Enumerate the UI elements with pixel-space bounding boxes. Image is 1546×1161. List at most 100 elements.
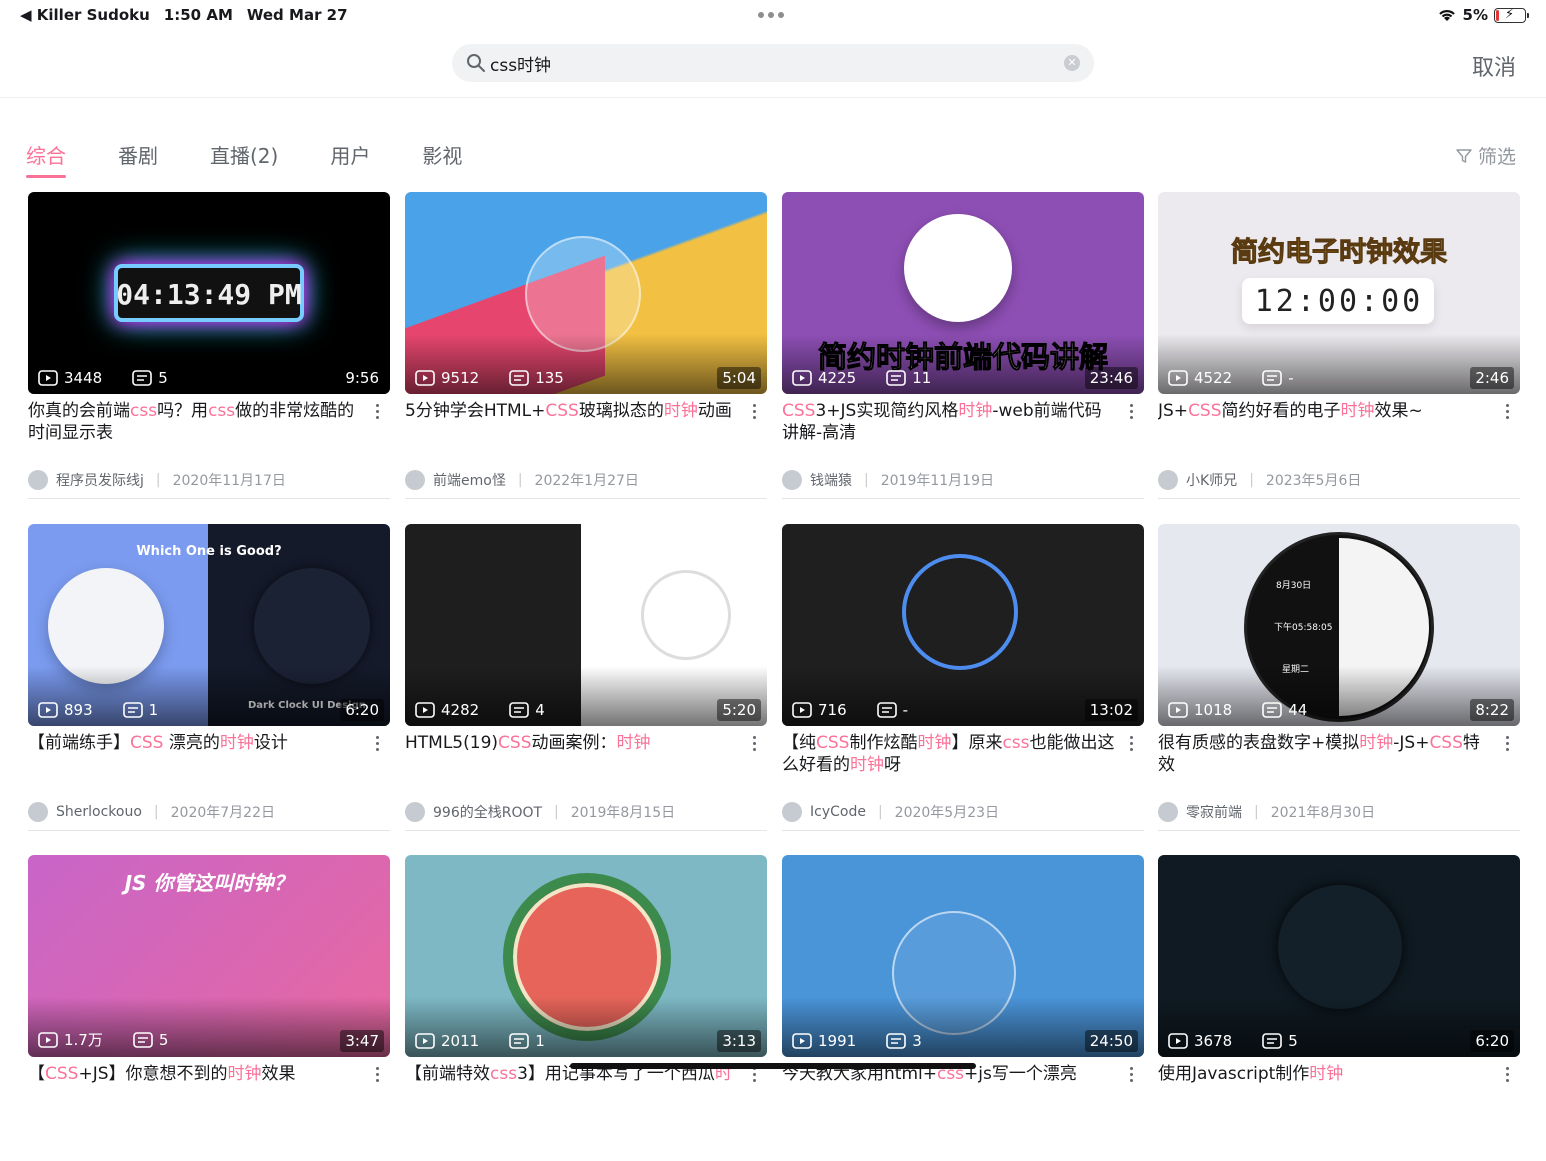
- video-stats: 4282 4: [415, 701, 545, 719]
- video-title[interactable]: 很有质感的表盘数字+模拟时钟-JS+CSS特效: [1158, 732, 1493, 778]
- video-title[interactable]: 【CSS+JS】你意想不到的时钟效果: [28, 1063, 363, 1109]
- video-card[interactable]: 04:13:49 PM 3448 5 9:56 你真的会前端css吗？用css做…: [28, 192, 390, 499]
- video-duration: 2:46: [1470, 367, 1514, 389]
- more-options-icon[interactable]: [751, 736, 757, 751]
- play-count: 1018: [1194, 701, 1233, 719]
- video-card[interactable]: 简约电子时钟效果 12:00:00 4522 - 2:46 JS+CSS简约好看…: [1158, 192, 1520, 499]
- video-card[interactable]: 8月30日 下午05:58:05 星期二 1018 44 8:22 很有质感的表…: [1158, 524, 1520, 831]
- author-avatar[interactable]: [1158, 470, 1178, 490]
- tab-movies[interactable]: 影视: [422, 140, 462, 176]
- search-bar[interactable]: ✕: [452, 44, 1094, 82]
- video-card[interactable]: 3678 5 6:20 使用Javascript制作时钟: [1158, 855, 1520, 1161]
- thumb-caption: 04:13:49 PM: [116, 278, 302, 311]
- video-thumbnail[interactable]: 2011 1 3:13: [405, 855, 767, 1057]
- more-options-icon[interactable]: [751, 404, 757, 419]
- clear-search-icon[interactable]: ✕: [1064, 55, 1080, 71]
- video-card[interactable]: Which One is Good? Dark Clock UI Design …: [28, 524, 390, 831]
- danmaku-icon: [133, 1031, 153, 1048]
- tab-all[interactable]: 综合: [26, 140, 66, 178]
- video-title[interactable]: 【前端特效css3】用记事本写了一个西瓜时: [405, 1063, 740, 1109]
- author-avatar[interactable]: [28, 470, 48, 490]
- more-options-icon[interactable]: [1128, 736, 1134, 751]
- video-meta: 程序员发际线j | 2020年11月17日: [28, 470, 286, 490]
- play-count: 4225: [818, 369, 857, 387]
- video-title[interactable]: 【前端练手】CSS 漂亮的时钟设计: [28, 732, 363, 778]
- author-name[interactable]: 996的全栈ROOT: [433, 802, 542, 822]
- author-avatar[interactable]: [405, 802, 425, 822]
- video-card[interactable]: 简约时钟前端代码讲解 4225 11 23:46 CSS3+JS实现简约风格时钟…: [782, 192, 1144, 499]
- filter-button[interactable]: 筛选: [1456, 142, 1516, 169]
- video-card[interactable]: 716 - 13:02 【纯CSS制作炫酷时钟】原来css也能做出这么好看的时钟…: [782, 524, 1144, 831]
- video-title[interactable]: HTML5(19)CSS动画案例：时钟: [405, 732, 740, 778]
- more-options-icon[interactable]: [1504, 736, 1510, 751]
- video-card[interactable]: 4282 4 5:20 HTML5(19)CSS动画案例：时钟 996的全栈RO…: [405, 524, 767, 831]
- author-avatar[interactable]: [1158, 802, 1178, 822]
- play-count-icon: [38, 1031, 58, 1048]
- more-options-icon[interactable]: [374, 736, 380, 751]
- author-name[interactable]: 零寂前端: [1186, 802, 1242, 822]
- more-options-icon[interactable]: [1128, 404, 1134, 419]
- video-thumbnail[interactable]: 1991 3 24:50: [782, 855, 1144, 1057]
- search-input[interactable]: [490, 44, 1050, 82]
- cancel-button[interactable]: 取消: [1472, 50, 1516, 82]
- play-count: 2011: [441, 1032, 480, 1050]
- video-title[interactable]: 5分钟学会HTML+CSS玻璃拟态的时钟动画: [405, 400, 740, 446]
- tab-live[interactable]: 直播(2): [210, 140, 278, 176]
- video-thumbnail[interactable]: 简约时钟前端代码讲解 4225 11 23:46: [782, 192, 1144, 394]
- danmaku-count: 3: [912, 1032, 922, 1050]
- danmaku-icon: [509, 702, 529, 718]
- author-name[interactable]: 钱端猿: [810, 470, 852, 490]
- video-thumbnail[interactable]: 3678 5 6:20: [1158, 855, 1520, 1057]
- multitasking-dots[interactable]: [758, 12, 784, 18]
- video-thumbnail[interactable]: 716 - 13:02: [782, 524, 1144, 726]
- video-duration: 24:50: [1084, 1030, 1138, 1052]
- video-duration: 3:13: [717, 1030, 761, 1052]
- video-title[interactable]: 【纯CSS制作炫酷时钟】原来css也能做出这么好看的时钟呀: [782, 732, 1117, 778]
- video-title[interactable]: JS+CSS简约好看的电子时钟效果~: [1158, 400, 1493, 446]
- video-thumbnail[interactable]: Which One is Good? Dark Clock UI Design …: [28, 524, 390, 726]
- video-thumbnail[interactable]: 04:13:49 PM 3448 5 9:56: [28, 192, 390, 394]
- video-title[interactable]: 今天教大家用html+css+js写一个漂亮: [782, 1063, 1117, 1109]
- video-duration: 3:47: [340, 1030, 384, 1052]
- home-indicator[interactable]: [570, 1063, 976, 1069]
- video-card[interactable]: JS 你管这叫时钟？ 1.7万 5 3:47 【CSS+JS】你意想不到的时钟效…: [28, 855, 390, 1161]
- play-count-icon: [1168, 1033, 1188, 1049]
- video-stats: 893 1: [38, 701, 158, 719]
- video-title[interactable]: 使用Javascript制作时钟: [1158, 1063, 1493, 1109]
- play-count-icon: [792, 1033, 812, 1049]
- thumb-clock-text: 12:00:00: [1254, 284, 1424, 319]
- video-thumbnail[interactable]: 简约电子时钟效果 12:00:00 4522 - 2:46: [1158, 192, 1520, 394]
- video-title[interactable]: 你真的会前端css吗？用css做的非常炫酷的时间显示表: [28, 400, 363, 446]
- status-bar: ◀ Killer Sudoku 1:50 AM Wed Mar 27 5% ⚡: [0, 0, 1546, 30]
- danmaku-icon: [886, 370, 906, 386]
- author-avatar[interactable]: [28, 802, 48, 822]
- back-app-link[interactable]: ◀ Killer Sudoku: [20, 6, 150, 24]
- author-avatar[interactable]: [782, 802, 802, 822]
- play-count: 3678: [1194, 1032, 1233, 1050]
- video-card[interactable]: 9512 135 5:04 5分钟学会HTML+CSS玻璃拟态的时钟动画 前端e…: [405, 192, 767, 499]
- author-name[interactable]: 小K师兄: [1186, 470, 1237, 490]
- video-title[interactable]: CSS3+JS实现简约风格时钟-web前端代码讲解-高清: [782, 400, 1117, 446]
- video-thumbnail[interactable]: 8月30日 下午05:58:05 星期二 1018 44 8:22: [1158, 524, 1520, 726]
- video-thumbnail[interactable]: 4282 4 5:20: [405, 524, 767, 726]
- more-options-icon[interactable]: [1504, 404, 1510, 419]
- header-divider: [0, 97, 1546, 98]
- tab-users[interactable]: 用户: [330, 140, 370, 176]
- status-time: 1:50 AM: [163, 6, 233, 24]
- author-name[interactable]: 程序员发际线j: [56, 470, 144, 490]
- video-stats: 716 -: [792, 701, 908, 719]
- author-name[interactable]: 前端emo怪: [433, 470, 506, 490]
- play-count: 9512: [441, 369, 480, 387]
- video-duration: 23:46: [1084, 367, 1138, 389]
- author-avatar[interactable]: [405, 470, 425, 490]
- author-avatar[interactable]: [782, 470, 802, 490]
- tab-anime[interactable]: 番剧: [118, 140, 158, 176]
- video-thumbnail[interactable]: 9512 135 5:04: [405, 192, 767, 394]
- video-thumbnail[interactable]: JS 你管这叫时钟？ 1.7万 5 3:47: [28, 855, 390, 1057]
- video-card[interactable]: 2011 1 3:13 【前端特效css3】用记事本写了一个西瓜时: [405, 855, 767, 1161]
- more-options-icon[interactable]: [374, 404, 380, 419]
- video-card[interactable]: 1991 3 24:50 今天教大家用html+css+js写一个漂亮: [782, 855, 1144, 1161]
- author-name[interactable]: IcyCode: [810, 804, 866, 820]
- author-name[interactable]: Sherlockouo: [56, 804, 142, 820]
- thumb-caption: 简约电子时钟效果: [1231, 237, 1448, 269]
